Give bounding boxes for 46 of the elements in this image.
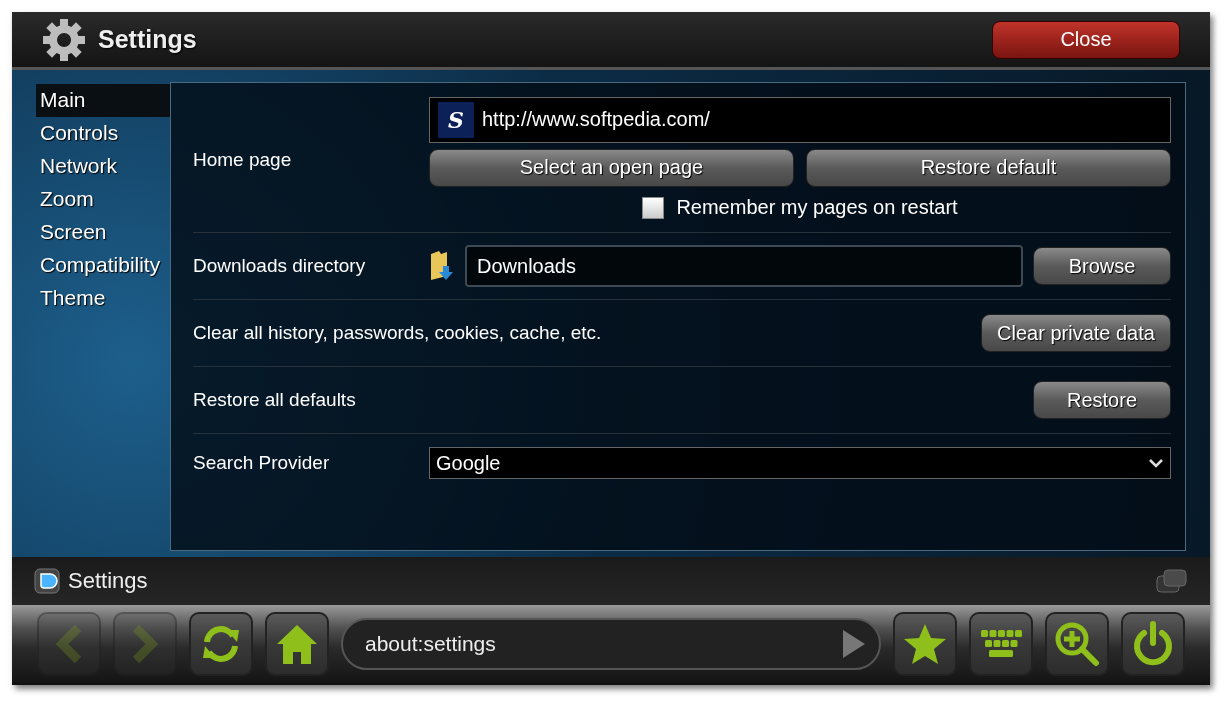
home-icon [275, 622, 319, 666]
page-button[interactable]: Restore default [806, 148, 1171, 187]
tab-icon [34, 568, 60, 594]
setting-label: Restore all defaults [193, 389, 357, 411]
keyboard-icon [979, 629, 1023, 659]
sidebar-item[interactable]: Controls [36, 117, 170, 150]
zoom-button[interactable] [1045, 612, 1109, 676]
chevron-left-icon [54, 624, 84, 664]
power-button[interactable] [1121, 612, 1185, 676]
browse-button[interactable]: Browse [1033, 247, 1171, 285]
tab-title[interactable]: Settings [68, 568, 148, 594]
site-badge: S [438, 101, 474, 138]
setting-label: Clear all history, passwords, cookies, cache, etc. [193, 322, 603, 344]
sidebar-item[interactable]: Theme [36, 282, 170, 315]
page-button[interactable]: Select an open page [429, 148, 794, 187]
folder-icon [429, 250, 455, 282]
star-icon [903, 622, 947, 666]
power-icon [1131, 621, 1175, 667]
setting-label: Downloads directory [193, 255, 367, 277]
action-button[interactable]: Restore [1033, 381, 1171, 419]
home-button[interactable] [265, 612, 329, 676]
windows-icon[interactable] [1156, 568, 1188, 594]
sidebar-item[interactable]: Main [36, 84, 170, 117]
setting-label: Search Provider [193, 452, 331, 474]
action-button[interactable]: Clear private data [981, 314, 1171, 352]
url-field[interactable]: S http://www.softpedia.com/ [429, 96, 1171, 143]
bookmark-button[interactable] [893, 612, 957, 676]
keyboard-button[interactable] [969, 612, 1033, 676]
sidebar-item[interactable]: Zoom [36, 183, 170, 216]
gear-icon [42, 17, 86, 62]
checkbox[interactable] [642, 196, 665, 219]
reload-button[interactable] [189, 612, 253, 676]
search-provider-dropdown[interactable]: Google [429, 447, 1171, 479]
sidebar-item[interactable]: Compatibility [36, 249, 170, 282]
checkbox-label: Remember my pages on restart [676, 196, 958, 219]
setting-label: Home page [193, 148, 293, 171]
go-icon[interactable] [841, 628, 867, 660]
directory-field[interactable]: Downloads [465, 245, 1023, 287]
sidebar-item[interactable]: Screen [36, 216, 170, 249]
address-bar[interactable]: about:settings [341, 618, 881, 670]
chevron-right-icon [130, 624, 160, 664]
sidebar-item[interactable]: Network [36, 150, 170, 183]
chevron-down-icon [1148, 458, 1164, 468]
window-title: Settings [98, 25, 197, 54]
zoom-in-icon [1054, 621, 1100, 667]
close-button[interactable]: Close [992, 20, 1180, 59]
